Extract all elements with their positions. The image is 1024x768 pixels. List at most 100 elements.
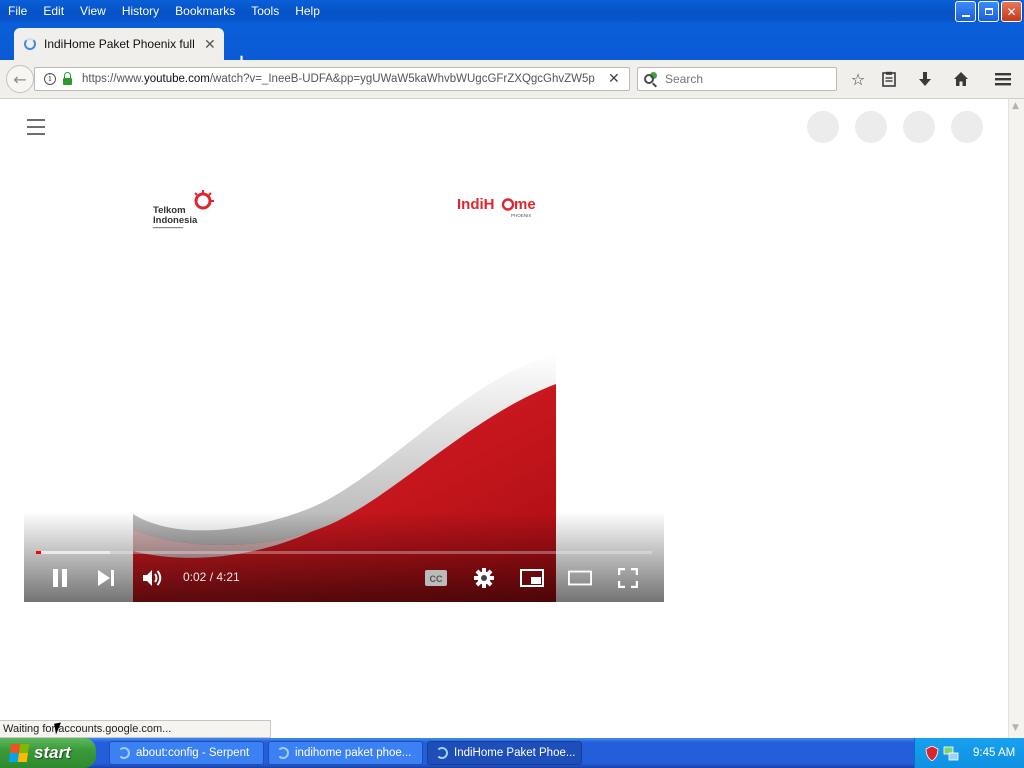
back-arrow-icon: ← <box>13 69 27 89</box>
url-text[interactable]: https://www.youtube.com/watch?v=_IneeB-U… <box>82 73 602 85</box>
gear-icon <box>474 568 494 588</box>
pause-button[interactable] <box>48 564 72 592</box>
menu-bar: File Edit View History Bookmarks Tools H… <box>0 0 328 22</box>
indihome-logo: IndiH me PHOENIX <box>457 195 537 224</box>
taskbar-item-youtube[interactable]: IndiHome Paket Phoe... <box>427 741 582 765</box>
menu-history[interactable]: History <box>114 0 167 22</box>
window-title-bar: File Edit View History Bookmarks Tools H… <box>0 0 1024 22</box>
taskbar-item-about-config[interactable]: about:config - Serpent <box>109 741 264 765</box>
mute-button[interactable] <box>141 564 165 592</box>
security-shield-icon[interactable] <box>925 745 939 761</box>
serpent-browser-icon <box>277 747 289 759</box>
loading-placeholder-circle <box>807 111 839 143</box>
page-scrollbar[interactable]: ▲ ▼ <box>1008 99 1024 738</box>
menu-tools[interactable]: Tools <box>243 0 287 22</box>
url-path: /watch?v=_IneeB-UDFA&pp=ygUWaW5kaWhvbWUg… <box>209 73 595 85</box>
fullscreen-button[interactable] <box>616 564 640 592</box>
time-display: 0:02 / 4:21 <box>183 570 240 584</box>
clock: 9:45 AM <box>973 747 1016 759</box>
tab-title: IndiHome Paket Phoenix full version <box>44 37 196 51</box>
menu-file[interactable]: File <box>0 0 35 22</box>
page-content: Telkom Indonesia IndiH me PHOENIX 0:02 /… <box>0 99 1008 719</box>
taskbar-item-search[interactable]: indihome paket phoe... <box>268 741 423 765</box>
search-bar[interactable] <box>637 67 837 91</box>
start-label: start <box>34 743 71 762</box>
clipboard-icon <box>882 71 896 87</box>
loading-placeholder-circle <box>951 111 983 143</box>
tab-youtube[interactable]: IndiHome Paket Phoenix full version ✕ <box>14 28 224 60</box>
windows-logo-icon <box>8 744 30 762</box>
menu-view[interactable]: View <box>72 0 114 22</box>
cc-icon: CC <box>425 570 447 586</box>
settings-button[interactable] <box>472 564 496 592</box>
miniplayer-icon <box>520 569 544 587</box>
home-icon <box>954 72 968 86</box>
progress-buffered <box>36 551 110 554</box>
loading-placeholder-circle <box>903 111 935 143</box>
captions-button[interactable]: CC <box>424 564 448 592</box>
minimize-icon <box>961 14 970 17</box>
url-domain: youtube.com <box>144 73 210 85</box>
svg-text:me: me <box>514 196 536 213</box>
start-button[interactable]: start <box>0 738 96 768</box>
video-player[interactable]: Telkom Indonesia IndiH me PHOENIX 0:02 /… <box>24 179 664 602</box>
guide-menu-icon[interactable] <box>27 119 45 140</box>
network-icon[interactable] <box>943 746 959 761</box>
info-icon[interactable]: i <box>44 73 56 85</box>
theater-mode-button[interactable] <box>568 564 592 592</box>
loading-placeholder-circle <box>855 111 887 143</box>
downloads-button[interactable] <box>915 69 935 89</box>
home-button[interactable] <box>951 69 971 89</box>
menu-help[interactable]: Help <box>287 0 328 22</box>
hamburger-menu-icon <box>995 73 1011 86</box>
download-arrow-icon <box>919 72 931 86</box>
minimize-button[interactable] <box>955 1 976 22</box>
status-text: Waiting for accounts.google.com... <box>0 720 271 738</box>
bookmark-star-button[interactable]: ☆ <box>848 69 868 89</box>
close-button[interactable]: ✕ <box>1001 1 1022 22</box>
taskbar-item-label: indihome paket phoe... <box>295 747 412 759</box>
theater-icon <box>568 570 592 586</box>
star-icon: ☆ <box>850 69 866 89</box>
restore-button[interactable] <box>978 1 999 22</box>
skip-next-icon <box>98 570 114 586</box>
next-button[interactable] <box>94 564 118 592</box>
fullscreen-icon <box>618 568 638 588</box>
reading-list-button[interactable] <box>879 69 899 89</box>
scroll-down-icon[interactable]: ▼ <box>1012 723 1019 733</box>
lock-icon <box>63 71 72 85</box>
tab-strip: IndiHome Paket Phoenix full version ✕ + <box>0 22 1024 72</box>
taskbar-item-label: about:config - Serpent <box>136 747 250 759</box>
menu-bookmarks[interactable]: Bookmarks <box>167 0 243 22</box>
svg-text:IndiH: IndiH <box>457 196 495 213</box>
progress-bar[interactable] <box>36 551 652 554</box>
stop-icon[interactable]: ✕ <box>608 71 620 87</box>
system-tray: 9:45 AM <box>914 738 1024 768</box>
close-icon: ✕ <box>1006 4 1017 19</box>
navigation-toolbar: ← i https://www.youtube.com/watch?v=_Ine… <box>0 60 1024 99</box>
volume-icon <box>143 570 162 586</box>
back-button[interactable]: ← <box>6 65 34 93</box>
pause-icon <box>53 569 67 587</box>
taskbar: start about:config - Serpent indihome pa… <box>0 738 1024 768</box>
menu-edit[interactable]: Edit <box>35 0 72 22</box>
svg-text:Indonesia: Indonesia <box>153 215 198 226</box>
search-icon <box>644 74 654 84</box>
url-bar[interactable]: i https://www.youtube.com/watch?v=_IneeB… <box>34 67 630 91</box>
tab-close-icon[interactable]: ✕ <box>204 36 216 53</box>
scroll-up-icon[interactable]: ▲ <box>1012 101 1019 111</box>
svg-text:CC: CC <box>430 574 443 584</box>
search-input[interactable] <box>663 71 827 87</box>
serpent-browser-icon <box>436 747 448 759</box>
restore-icon <box>984 8 993 15</box>
svg-text:PHOENIX: PHOENIX <box>511 213 531 218</box>
serpent-browser-icon <box>118 747 130 759</box>
miniplayer-button[interactable] <box>520 564 544 592</box>
open-menu-button[interactable] <box>993 69 1013 89</box>
loading-spinner-icon <box>24 38 36 50</box>
url-prefix: https://www. <box>82 73 144 85</box>
telkom-logo: Telkom Indonesia <box>151 189 221 242</box>
taskbar-item-label: IndiHome Paket Phoe... <box>454 747 576 759</box>
window-controls: ✕ <box>955 1 1022 22</box>
progress-played <box>36 551 41 554</box>
